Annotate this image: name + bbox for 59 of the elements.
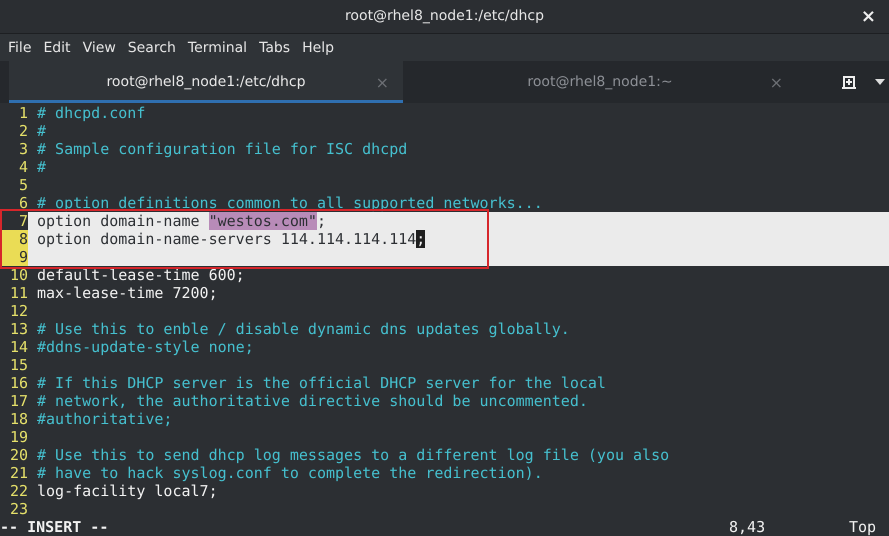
line-number: 7 bbox=[0, 212, 28, 230]
code-text: max-lease-time 7200; bbox=[37, 284, 218, 302]
code-text: log-facility local7; bbox=[37, 482, 218, 500]
cursor: ; bbox=[416, 230, 426, 248]
line-number: 14 bbox=[8, 338, 28, 356]
line-number: 21 bbox=[8, 464, 28, 482]
code-comment: # bbox=[37, 122, 46, 140]
mode-indicator: -- INSERT -- bbox=[0, 518, 108, 536]
code-text: option domain-name-servers 114.114.114.114 bbox=[37, 230, 416, 248]
line-number: 13 bbox=[8, 320, 28, 338]
line-number: 22 bbox=[8, 482, 28, 500]
line-number: 6 bbox=[18, 194, 28, 212]
menu-item[interactable]: Tabs bbox=[253, 38, 296, 58]
line-number: 3 bbox=[18, 140, 28, 158]
line-number: 18 bbox=[8, 410, 28, 428]
scroll-position: Top bbox=[849, 518, 878, 536]
menu-item[interactable]: File bbox=[2, 38, 38, 58]
cursor-position: 8,43 bbox=[729, 518, 766, 536]
code-text: ; bbox=[316, 212, 326, 230]
code-comment: # bbox=[37, 158, 46, 176]
line-number: 4 bbox=[18, 158, 28, 176]
window-title: root@rhel8_node1:/etc/dhcp bbox=[344, 8, 544, 24]
line-number: 9 bbox=[0, 248, 28, 266]
menu-item[interactable]: Help bbox=[296, 38, 340, 58]
code-comment: # have to hack syslog.conf to complete the redirection). bbox=[37, 464, 543, 482]
code-comment: #authoritative; bbox=[37, 410, 172, 428]
code-comment: # If this DHCP server is the official DHCP server for the local bbox=[37, 374, 606, 392]
code-comment: #ddns-update-style none; bbox=[37, 338, 254, 356]
code-comment: # option definitions common to all supported networks... bbox=[37, 194, 543, 212]
menu-item[interactable]: Search bbox=[122, 38, 182, 58]
line-number: 19 bbox=[8, 428, 28, 446]
line-number: 16 bbox=[8, 374, 28, 392]
line-number: 23 bbox=[8, 500, 28, 518]
code-text: option domain-name bbox=[37, 212, 201, 230]
terminal-tab[interactable]: root@rhel8_node1:~ × bbox=[403, 61, 797, 103]
line-number: 2 bbox=[18, 122, 28, 140]
code-text: default-lease-time 600; bbox=[37, 266, 245, 284]
line-number: 15 bbox=[8, 356, 28, 374]
line-number: 1 bbox=[18, 104, 28, 122]
line-number: 8 bbox=[0, 230, 28, 248]
code-comment: # Use this to send dhcp log messages to a different log file (you also bbox=[37, 446, 670, 464]
code-comment: # Use this to enble / disable dynamic dns updates globally. bbox=[37, 320, 570, 338]
code-comment: # Sample configuration file for ISC dhcpd bbox=[37, 140, 408, 158]
code-comment: # network, the authoritative directive should be uncommented. bbox=[37, 392, 588, 410]
menu-item[interactable]: Terminal bbox=[182, 38, 254, 58]
line-number: 5 bbox=[18, 176, 28, 194]
line-number: 10 bbox=[8, 266, 28, 284]
menu-item[interactable]: Edit bbox=[37, 38, 77, 58]
line-number: 20 bbox=[8, 446, 28, 464]
terminal-tab[interactable]: root@rhel8_node1:/etc/dhcp × bbox=[9, 61, 403, 103]
menu-item[interactable]: View bbox=[76, 38, 122, 58]
search-match: "westos.com" bbox=[208, 212, 317, 230]
code-comment: # dhcpd.conf bbox=[37, 104, 146, 122]
line-number: 11 bbox=[8, 284, 28, 302]
new-tab-icon[interactable] bbox=[841, 75, 857, 90]
line-number: 17 bbox=[8, 392, 28, 410]
close-button[interactable]: × bbox=[858, 6, 879, 27]
line-number: 12 bbox=[8, 302, 28, 320]
dropdown-icon[interactable] bbox=[875, 79, 885, 86]
